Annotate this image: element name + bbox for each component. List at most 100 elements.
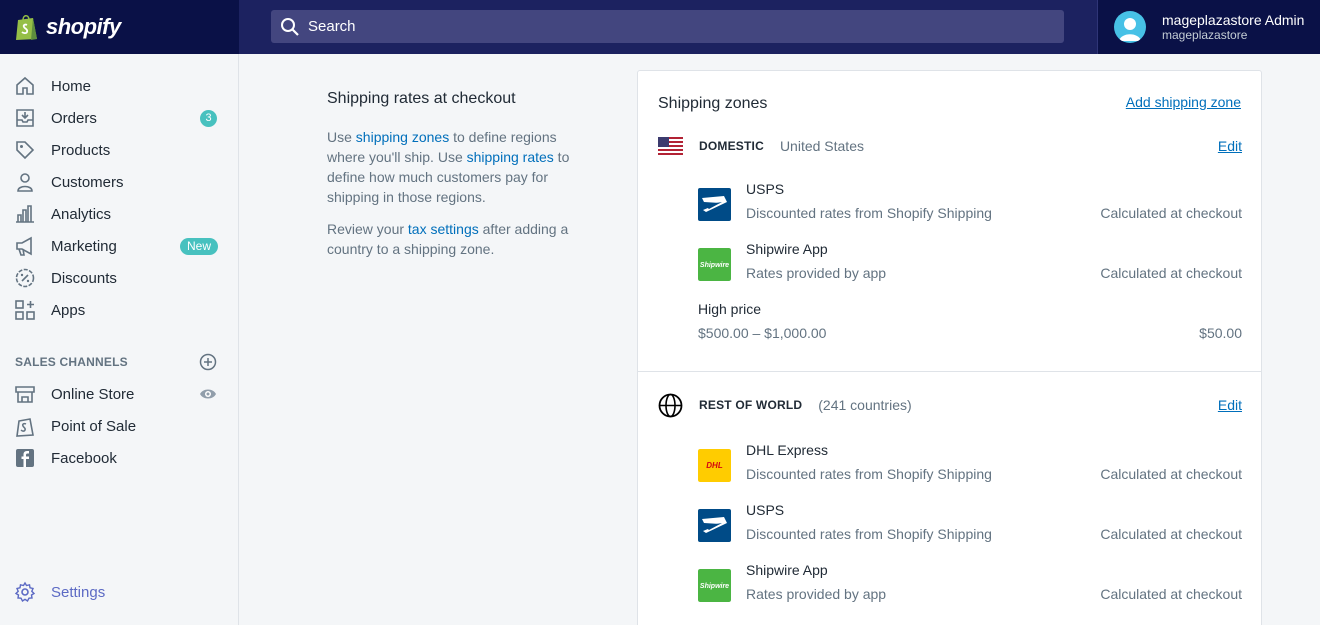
description-text: Review your	[327, 221, 408, 237]
sidebar-item-label: Home	[51, 77, 92, 95]
rate-name: USPS	[746, 181, 785, 197]
shopify-bag-icon	[16, 15, 37, 40]
tax-settings-link[interactable]: tax settings	[408, 221, 479, 237]
sidebar-item-label: Products	[51, 141, 111, 159]
sidebar-item-label: Discounts	[51, 269, 117, 287]
sidebar-item-label: Marketing	[51, 237, 117, 255]
sidebar-item-label: Analytics	[51, 205, 112, 223]
search-placeholder: Search	[308, 18, 356, 35]
sidebar-item-analytics[interactable]: Analytics	[0, 198, 238, 230]
home-icon	[16, 76, 34, 95]
sidebar-item-label: Orders	[51, 109, 97, 127]
edit-zone-link[interactable]: Edit	[1218, 397, 1242, 413]
edit-zone-link[interactable]: Edit	[1218, 138, 1242, 154]
rate-name: Shipwire App	[746, 241, 828, 257]
megaphone-icon	[16, 236, 32, 256]
sidebar-item-label: Facebook	[51, 449, 117, 467]
description-text: Use	[327, 129, 356, 145]
rate-name: High price	[698, 301, 762, 317]
rate-price: Calculated at checkout	[1100, 586, 1242, 602]
store-icon	[15, 386, 35, 403]
usps-logo-icon	[698, 509, 731, 542]
sidebar-item-label: Settings	[51, 583, 106, 601]
rate-description: Discounted rates from Shopify Shipping	[746, 466, 992, 482]
zone-name: REST OF WORLD	[699, 398, 803, 412]
search-input[interactable]: Search	[271, 10, 1064, 43]
zone-countries: United States	[779, 138, 864, 154]
sidebar-item-label: Apps	[51, 301, 86, 319]
rate-name: DHL Express	[746, 442, 828, 458]
user-menu[interactable]: mageplazastore Admin mageplazastore	[1097, 0, 1320, 54]
eye-icon[interactable]	[199, 385, 217, 403]
shopify-logo[interactable]: shopify	[0, 0, 239, 54]
sidebar-item-settings[interactable]: Settings	[0, 576, 238, 608]
sidebar: Home Orders 3 Products Customers Analyti…	[0, 54, 239, 625]
add-channel-icon[interactable]	[199, 353, 217, 371]
user-store: mageplazastore	[1162, 28, 1248, 42]
sidebar-item-point-of-sale[interactable]: Point of Sale	[0, 410, 238, 442]
us-flag-icon	[658, 137, 683, 155]
shipping-rates-link[interactable]: shipping rates	[467, 149, 554, 165]
rate-price: Calculated at checkout	[1100, 265, 1242, 281]
rate-description: Rates provided by app	[746, 586, 887, 602]
search-icon	[281, 17, 299, 36]
user-name: mageplazastore Admin	[1162, 12, 1305, 28]
gear-icon	[14, 581, 36, 603]
zone-header-rest-of-world: REST OF WORLD (241 countries) Edit	[658, 393, 1242, 417]
shipwire-logo-icon: Shipwire	[698, 569, 731, 602]
tag-icon	[16, 141, 35, 160]
new-badge: New	[179, 237, 218, 255]
sidebar-item-label: Point of Sale	[51, 417, 137, 435]
orders-icon	[16, 109, 34, 127]
sidebar-item-products[interactable]: Products	[0, 134, 238, 166]
rate-price: $50.00	[1199, 325, 1242, 341]
rate-row: DHL DHL Express Discounted rates from Sh…	[698, 442, 1242, 486]
sidebar-item-marketing[interactable]: Marketing New	[0, 230, 238, 262]
rate-row: USPS Discounted rates from Shopify Shipp…	[698, 181, 1242, 225]
dhl-logo-icon: DHL	[698, 449, 731, 482]
orders-count-badge: 3	[200, 109, 217, 127]
sidebar-item-online-store[interactable]: Online Store	[0, 378, 238, 410]
rate-name: USPS	[746, 502, 785, 518]
top-bar: shopify Search mageplazastore Admin mage…	[0, 0, 1320, 54]
zone-divider	[638, 371, 1261, 372]
sidebar-item-home[interactable]: Home	[0, 70, 238, 102]
brand-name: shopify	[46, 14, 121, 39]
description-paragraph: Use shipping zones to define regions whe…	[327, 127, 587, 207]
sidebar-item-label: Customers	[51, 173, 124, 191]
bar-chart-icon	[16, 205, 34, 223]
rate-price: Calculated at checkout	[1100, 205, 1242, 221]
card-title: Shipping zones	[658, 95, 768, 112]
sidebar-item-apps[interactable]: Apps	[0, 294, 238, 326]
zone-header-domestic: DOMESTIC United States Edit	[658, 134, 1242, 158]
rate-row: Shipwire Shipwire App Rates provided by …	[698, 241, 1242, 285]
facebook-icon	[16, 449, 34, 467]
rate-row: Shipwire Shipwire App Rates provided by …	[698, 562, 1242, 606]
usps-logo-icon	[698, 188, 731, 221]
sidebar-item-label: Online Store	[51, 385, 135, 403]
sidebar-item-facebook[interactable]: Facebook	[0, 442, 238, 474]
rate-price: Calculated at checkout	[1100, 466, 1242, 482]
discount-icon	[15, 268, 35, 288]
shipping-zones-card: Shipping zones Add shipping zone DOMESTI…	[637, 70, 1262, 625]
sidebar-item-customers[interactable]: Customers	[0, 166, 238, 198]
rate-row: USPS Discounted rates from Shopify Shipp…	[698, 502, 1242, 546]
rate-description: $500.00 – $1,000.00	[698, 325, 827, 341]
rate-description: Discounted rates from Shopify Shipping	[746, 526, 992, 542]
add-shipping-zone-link[interactable]: Add shipping zone	[1126, 94, 1241, 110]
apps-icon	[15, 300, 35, 320]
sidebar-item-discounts[interactable]: Discounts	[0, 262, 238, 294]
sales-channels-heading: SALES CHANNELS	[15, 355, 128, 369]
svg-text:DHL: DHL	[706, 461, 723, 470]
pos-icon	[16, 418, 34, 437]
description-paragraph: Review your tax settings after adding a …	[327, 219, 587, 259]
section-title: Shipping rates at checkout	[327, 90, 516, 107]
rate-name: Shipwire App	[746, 562, 828, 578]
person-icon	[17, 173, 33, 192]
sidebar-item-orders[interactable]: Orders 3	[0, 102, 238, 134]
shipping-zones-link[interactable]: shipping zones	[356, 129, 449, 145]
rate-description: Rates provided by app	[746, 265, 887, 281]
avatar-person-icon	[1119, 18, 1141, 41]
zone-name: DOMESTIC	[699, 139, 764, 153]
rate-row: High price $500.00 – $1,000.00 $50.00	[698, 301, 1242, 345]
